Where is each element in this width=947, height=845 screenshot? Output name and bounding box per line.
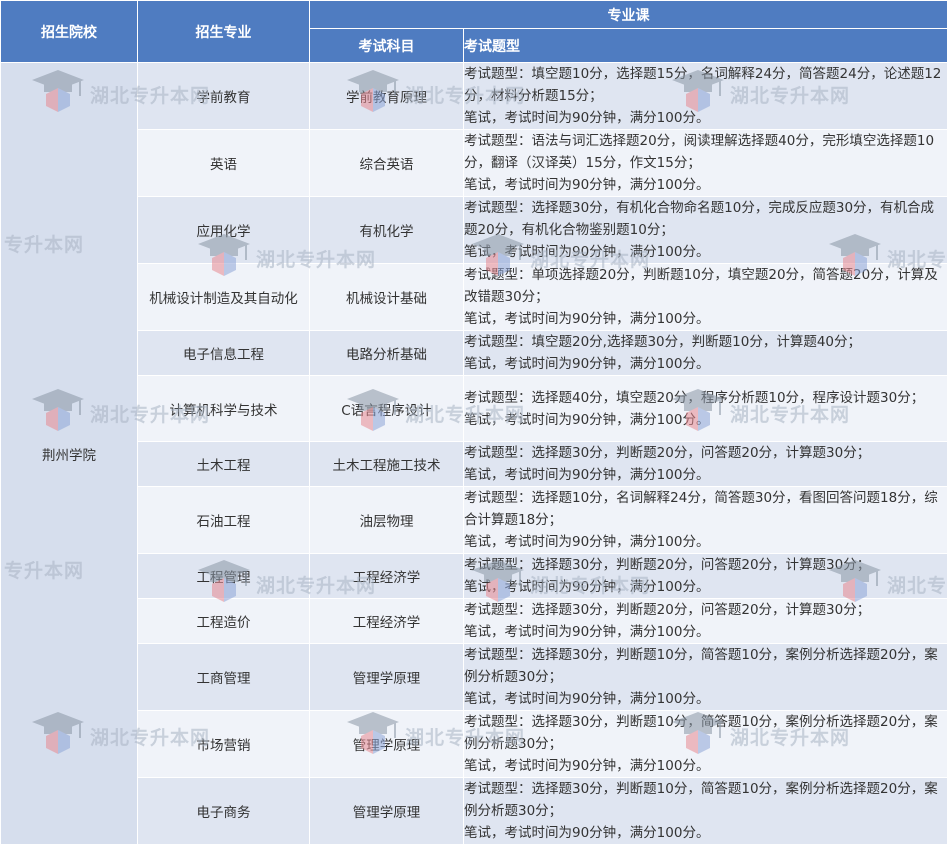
major-cell: 电子商务	[138, 778, 310, 845]
subject-cell: 管理学原理	[310, 711, 464, 778]
subject-cell: C语言程序设计	[310, 376, 464, 442]
major-cell: 学前教育	[138, 63, 310, 130]
types-line: 笔试，考试时间为90分钟，满分100分。	[464, 464, 947, 486]
table-row: 石油工程油层物理考试题型：选择题10分，名词解释24分，简答题30分，看图回答问…	[1, 487, 947, 554]
subject-cell: 学前教育原理	[310, 63, 464, 130]
types-cell: 考试题型：选择题30分，判断题10分，简答题10分，案例分析选择题20分，案例分…	[464, 711, 947, 778]
types-cell: 考试题型：选择题10分，名词解释24分，简答题30分，看图回答问题18分，综合计…	[464, 487, 947, 554]
table-row: 土木工程土木工程施工技术考试题型：选择题30分，判断题20分，问答题20分，计算…	[1, 442, 947, 487]
school-cell: 荆州学院	[1, 63, 138, 845]
subject-cell: 综合英语	[310, 130, 464, 197]
types-cell: 考试题型：选择题30分，有机化合物命名题10分，完成反应题30分，有机合成题20…	[464, 197, 947, 264]
types-line: 考试题型：填空题10分，选择题15分，名词解释24分，简答题24分，论述题12分…	[464, 63, 947, 107]
major-cell: 土木工程	[138, 442, 310, 487]
types-line: 笔试，考试时间为90分钟，满分100分。	[464, 241, 947, 263]
table-row: 工程管理工程经济学考试题型：选择题30分，判断题20分，问答题20分，计算题30…	[1, 554, 947, 599]
types-line: 笔试，考试时间为90分钟，满分100分。	[464, 822, 947, 844]
types-line: 笔试，考试时间为90分钟，满分100分。	[464, 576, 947, 598]
types-cell: 考试题型：选择题30分，判断题10分，简答题10分，案例分析选择题20分，案例分…	[464, 644, 947, 711]
types-cell: 考试题型：选择题30分，判断题20分，问答题20分，计算题30分；笔试，考试时间…	[464, 442, 947, 487]
types-line: 考试题型：语法与词汇选择题20分，阅读理解选择题40分，完形填空选择题10分，翻…	[464, 130, 947, 174]
major-cell: 英语	[138, 130, 310, 197]
table-row: 应用化学有机化学考试题型：选择题30分，有机化合物命名题10分，完成反应题30分…	[1, 197, 947, 264]
types-cell: 考试题型：语法与词汇选择题20分，阅读理解选择题40分，完形填空选择题10分，翻…	[464, 130, 947, 197]
types-line: 笔试，考试时间为90分钟，满分100分。	[464, 688, 947, 710]
major-cell: 应用化学	[138, 197, 310, 264]
subject-cell: 工程经济学	[310, 554, 464, 599]
types-line: 考试题型：选择题30分，判断题10分，简答题10分，案例分析选择题20分，案例分…	[464, 778, 947, 822]
table-row: 工程造价工程经济学考试题型：选择题30分，判断题20分，问答题20分，计算题30…	[1, 599, 947, 644]
types-line: 笔试，考试时间为90分钟，满分100分。	[464, 621, 947, 643]
types-line: 考试题型：选择题40分，填空题20分，程序分析题10分，程序设计题30分；	[464, 387, 947, 409]
header-course-group: 专业课	[310, 1, 947, 29]
types-cell: 考试题型：选择题30分，判断题20分，问答题20分，计算题30分；笔试，考试时间…	[464, 554, 947, 599]
types-line: 考试题型：选择题30分，有机化合物命名题10分，完成反应题30分，有机合成题20…	[464, 197, 947, 241]
major-cell: 市场营销	[138, 711, 310, 778]
types-line: 笔试，考试时间为90分钟，满分100分。	[464, 308, 947, 330]
header-school: 招生院校	[1, 1, 138, 63]
subject-cell: 电路分析基础	[310, 331, 464, 376]
types-cell: 考试题型：选择题30分，判断题20分，问答题20分，计算题30分；笔试，考试时间…	[464, 599, 947, 644]
table-row: 市场营销管理学原理考试题型：选择题30分，判断题10分，简答题10分，案例分析选…	[1, 711, 947, 778]
major-cell: 工程造价	[138, 599, 310, 644]
types-line: 笔试，考试时间为90分钟，满分100分。	[464, 174, 947, 196]
subject-cell: 工程经济学	[310, 599, 464, 644]
types-cell: 考试题型：选择题40分，填空题20分，程序分析题10分，程序设计题30分；笔试，…	[464, 376, 947, 442]
types-line: 考试题型：选择题30分，判断题20分，问答题20分，计算题30分；	[464, 554, 947, 576]
types-line: 考试题型：单项选择题20分，判断题10分，填空题20分，简答题20分，计算及改错…	[464, 264, 947, 308]
table-row: 机械设计制造及其自动化机械设计基础考试题型：单项选择题20分，判断题10分，填空…	[1, 264, 947, 331]
types-line: 笔试，考试时间为90分钟，满分100分。	[464, 107, 947, 129]
subject-cell: 管理学原理	[310, 778, 464, 845]
types-line: 考试题型：选择题30分，判断题20分，问答题20分，计算题30分；	[464, 442, 947, 464]
types-line: 笔试，考试时间为90分钟，满分100分。	[464, 755, 947, 777]
table-row: 电子商务管理学原理考试题型：选择题30分，判断题10分，简答题10分，案例分析选…	[1, 778, 947, 845]
table-row: 英语综合英语考试题型：语法与词汇选择题20分，阅读理解选择题40分，完形填空选择…	[1, 130, 947, 197]
header-major: 招生专业	[138, 1, 310, 63]
header-subject: 考试科目	[310, 29, 464, 63]
major-cell: 电子信息工程	[138, 331, 310, 376]
table-row: 荆州学院学前教育学前教育原理考试题型：填空题10分，选择题15分，名词解释24分…	[1, 63, 947, 130]
subject-cell: 有机化学	[310, 197, 464, 264]
header-types: 考试题型	[464, 29, 947, 63]
major-cell: 工商管理	[138, 644, 310, 711]
major-cell: 计算机科学与技术	[138, 376, 310, 442]
subject-cell: 机械设计基础	[310, 264, 464, 331]
types-cell: 考试题型：选择题30分，判断题10分，简答题10分，案例分析选择题20分，案例分…	[464, 778, 947, 845]
major-cell: 石油工程	[138, 487, 310, 554]
types-cell: 考试题型：填空题10分，选择题15分，名词解释24分，简答题24分，论述题12分…	[464, 63, 947, 130]
major-cell: 机械设计制造及其自动化	[138, 264, 310, 331]
types-line: 考试题型：选择题10分，名词解释24分，简答题30分，看图回答问题18分，综合计…	[464, 487, 947, 531]
types-line: 考试题型：选择题30分，判断题10分，简答题10分，案例分析选择题20分，案例分…	[464, 711, 947, 755]
types-line: 考试题型：填空题20分,选择题30分，判断题10分，计算题40分；	[464, 331, 947, 353]
exam-table: 招生院校 招生专业 专业课 考试科目 考试题型 荆州学院学前教育学前教育原理考试…	[0, 0, 947, 845]
table-row: 电子信息工程电路分析基础考试题型：填空题20分,选择题30分，判断题10分，计算…	[1, 331, 947, 376]
types-line: 考试题型：选择题30分，判断题20分，问答题20分，计算题30分；	[464, 599, 947, 621]
types-line: 笔试，考试时间为90分钟，满分100分。	[464, 353, 947, 375]
table-body: 荆州学院学前教育学前教育原理考试题型：填空题10分，选择题15分，名词解释24分…	[1, 63, 947, 845]
table-row: 计算机科学与技术C语言程序设计考试题型：选择题40分，填空题20分，程序分析题1…	[1, 376, 947, 442]
types-cell: 考试题型：单项选择题20分，判断题10分，填空题20分，简答题20分，计算及改错…	[464, 264, 947, 331]
types-line: 笔试，考试时间为90分钟，满分100分。	[464, 531, 947, 553]
major-cell: 工程管理	[138, 554, 310, 599]
subject-cell: 管理学原理	[310, 644, 464, 711]
types-line: 笔试，考试时间为90分钟，满分100分。	[464, 409, 947, 431]
types-cell: 考试题型：填空题20分,选择题30分，判断题10分，计算题40分；笔试，考试时间…	[464, 331, 947, 376]
subject-cell: 土木工程施工技术	[310, 442, 464, 487]
types-line: 考试题型：选择题30分，判断题10分，简答题10分，案例分析选择题20分，案例分…	[464, 644, 947, 688]
table-row: 工商管理管理学原理考试题型：选择题30分，判断题10分，简答题10分，案例分析选…	[1, 644, 947, 711]
subject-cell: 油层物理	[310, 487, 464, 554]
